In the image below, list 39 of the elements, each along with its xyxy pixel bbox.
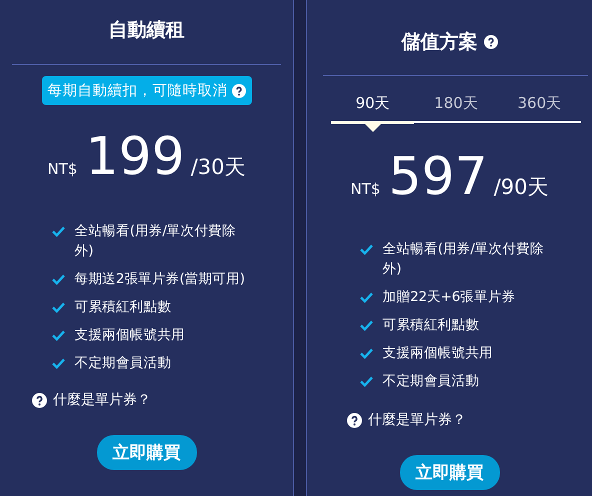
check-icon <box>52 226 64 237</box>
currency: NT$ <box>350 180 380 198</box>
help-link[interactable]: 什麼是單片券？ <box>347 411 466 429</box>
check-icon <box>360 348 372 359</box>
duration-tab[interactable]: 360天 <box>498 88 581 121</box>
check-icon <box>360 292 372 303</box>
help-icon[interactable] <box>32 392 47 408</box>
help-icon[interactable] <box>484 35 498 49</box>
price-amount: 597 <box>388 146 488 209</box>
feature-text: 全站暢看(用券/單次付費除外) <box>74 222 237 261</box>
price-amount: 199 <box>85 126 185 189</box>
pointer-icon <box>364 123 382 133</box>
feature-text: 不定期會員活動 <box>74 354 172 373</box>
feature-text: 全站暢看(用券/單次付費除外) <box>382 240 545 279</box>
check-icon <box>360 320 372 331</box>
duration-tab[interactable]: 90天 <box>331 88 414 121</box>
check-icon <box>52 358 64 369</box>
feature-text: 支援兩個帳號共用 <box>382 344 493 363</box>
check-icon <box>360 244 372 255</box>
feature-text: 支援兩個帳號共用 <box>74 326 185 345</box>
plan-title: 儲值方案 <box>402 30 478 55</box>
feature-text: 加贈22天+6張單片券 <box>382 288 516 307</box>
help-icon[interactable] <box>232 84 246 98</box>
check-icon <box>360 376 372 387</box>
help-link[interactable]: 什麼是單片券？ <box>32 391 151 409</box>
feature-text: 每期送2張單片券(當期可用) <box>74 270 245 289</box>
feature-text: 可累積紅利點數 <box>382 316 480 335</box>
currency: NT$ <box>48 160 78 178</box>
price-period: /90天 <box>494 174 548 201</box>
check-icon <box>52 302 64 313</box>
price-period: /30天 <box>190 154 246 181</box>
help-icon[interactable] <box>347 412 362 428</box>
duration-tab[interactable]: 180天 <box>414 88 498 121</box>
check-icon <box>52 330 64 341</box>
plan-title: 自動續租 <box>108 18 184 43</box>
feature-text: 不定期會員活動 <box>382 372 480 391</box>
feature-text: 可累積紅利點數 <box>74 298 172 317</box>
check-icon <box>52 274 64 285</box>
renewal-badge: 每期自動續扣，可隨時取消 <box>42 76 252 105</box>
